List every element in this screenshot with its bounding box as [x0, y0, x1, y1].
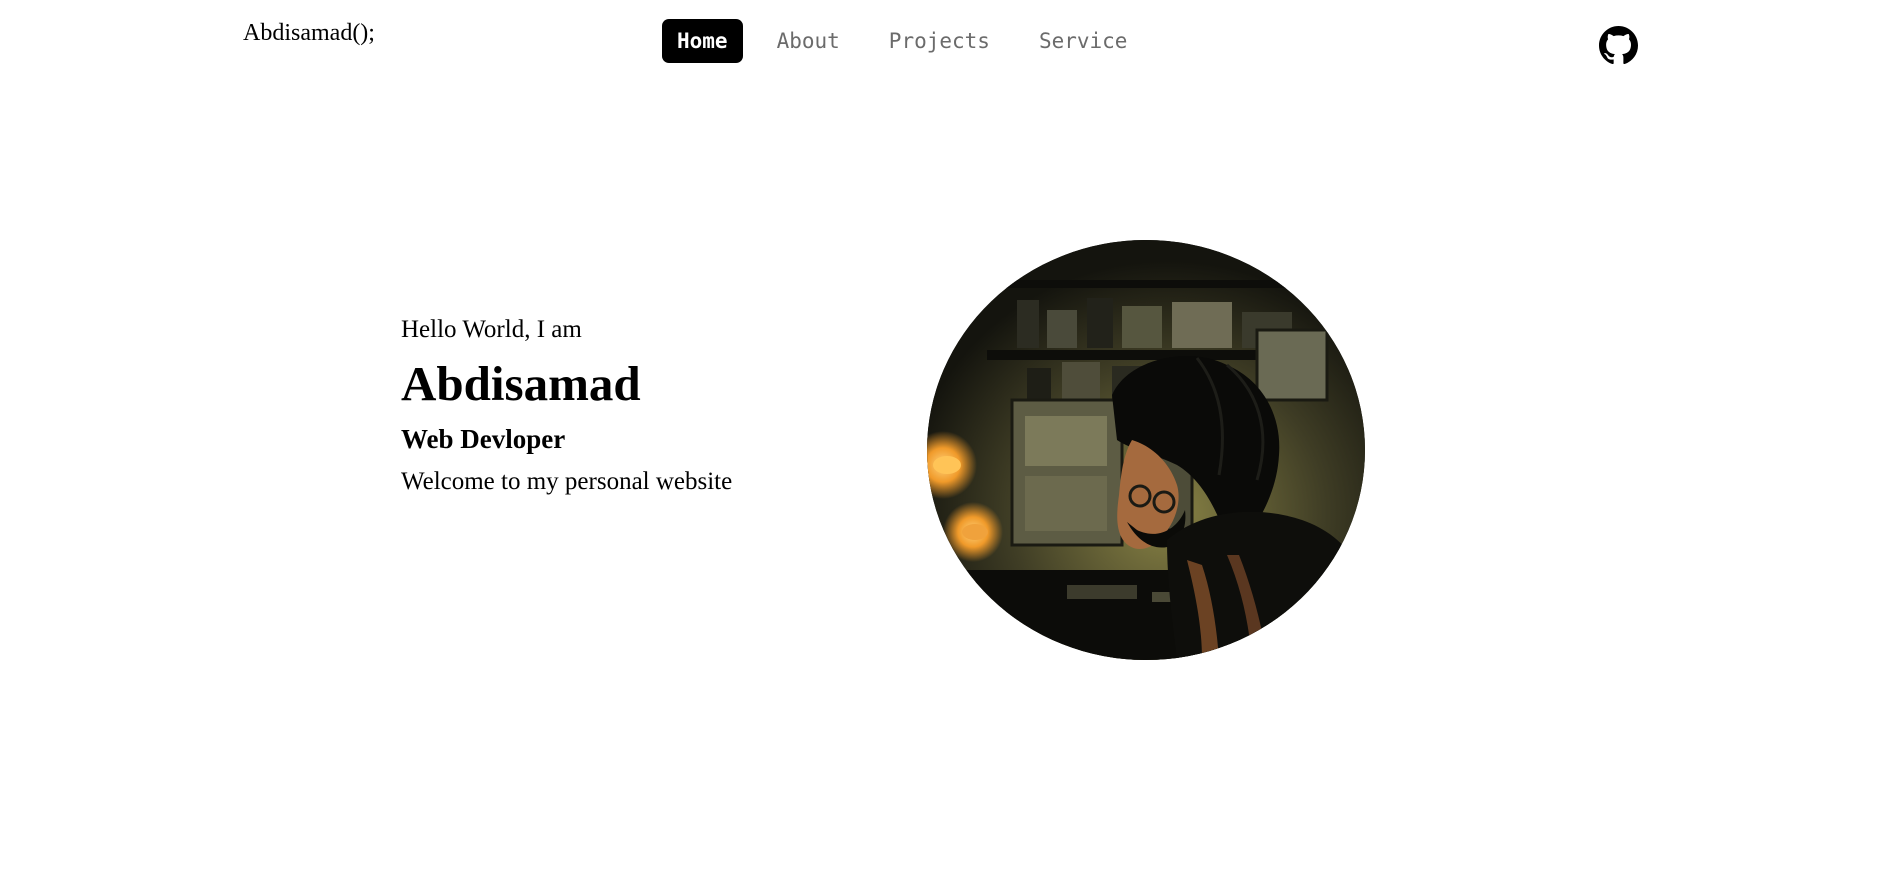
github-icon[interactable] — [1599, 26, 1638, 65]
nav-service[interactable]: Service — [1024, 19, 1143, 63]
portrait-image — [927, 240, 1365, 660]
hero-welcome: Welcome to my personal website — [401, 468, 733, 495]
hero-name: Abdisamad — [401, 356, 641, 411]
hero-greeting: Hello World, I am — [401, 316, 582, 343]
nav-about[interactable]: About — [762, 19, 855, 63]
github-icon-svg — [1599, 26, 1638, 65]
portrait-illustration — [927, 240, 1365, 660]
main-nav: Home About Projects Service — [662, 19, 1161, 63]
hero-role: Web Devloper — [401, 424, 566, 454]
site-brand[interactable]: Abdisamad(); — [243, 16, 375, 50]
nav-home[interactable]: Home — [662, 19, 743, 63]
hero-intro: Hello World, I am Abdisamad Web Devloper… — [401, 312, 881, 500]
nav-projects[interactable]: Projects — [874, 19, 1005, 63]
